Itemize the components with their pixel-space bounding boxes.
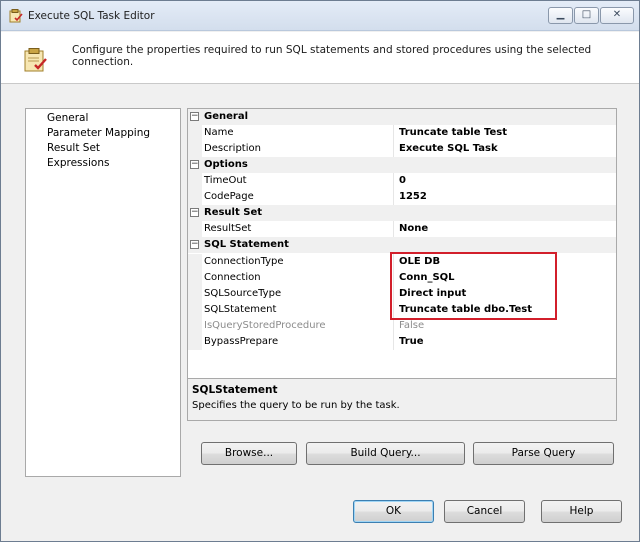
row-gutter — [188, 221, 202, 237]
close-button[interactable]: ✕ — [600, 7, 634, 24]
row-gutter — [188, 254, 202, 270]
header-description: Configure the properties required to run… — [72, 44, 592, 68]
parse-query-button[interactable]: Parse Query — [473, 442, 614, 465]
property-row-name[interactable]: Name Truncate table Test — [188, 125, 616, 141]
task-editor-icon — [9, 9, 23, 23]
nav-item-result-set[interactable]: Result Set — [47, 142, 100, 154]
collapse-icon[interactable]: − — [190, 208, 199, 217]
highlight-annotation-box — [390, 252, 557, 320]
property-name: Description — [204, 143, 261, 154]
property-row-description[interactable]: Description Execute SQL Task — [188, 141, 616, 157]
close-icon: ✕ — [612, 9, 622, 20]
property-name: ConnectionType — [204, 256, 284, 267]
row-gutter — [188, 286, 202, 302]
category-label: SQL Statement — [204, 239, 289, 250]
row-gutter — [188, 302, 202, 318]
category-label: Options — [204, 159, 248, 170]
property-value[interactable]: Truncate table Test — [399, 127, 507, 138]
property-row-isquerystoredprocedure[interactable]: IsQueryStoredProcedure False — [188, 318, 616, 334]
property-name: IsQueryStoredProcedure — [204, 320, 326, 331]
description-title: SQLStatement — [192, 384, 278, 396]
maximize-button[interactable]: □ — [574, 7, 599, 24]
property-row-codepage[interactable]: CodePage 1252 — [188, 189, 616, 205]
property-value[interactable]: Execute SQL Task — [399, 143, 498, 154]
category-general[interactable]: − General — [188, 109, 616, 125]
row-gutter — [188, 334, 202, 350]
property-name: Connection — [204, 272, 261, 283]
property-name: SQLStatement — [204, 304, 277, 315]
row-gutter — [188, 189, 202, 205]
collapse-icon[interactable]: − — [190, 160, 199, 169]
execute-sql-task-editor-window: Execute SQL Task Editor ▁ □ ✕ Configure … — [0, 0, 640, 542]
header-panel: Configure the properties required to run… — [1, 32, 639, 84]
nav-item-general[interactable]: General — [47, 112, 88, 124]
cancel-button[interactable]: Cancel — [444, 500, 525, 523]
property-name: TimeOut — [204, 175, 247, 186]
window-title: Execute SQL Task Editor — [28, 10, 155, 22]
column-divider — [393, 141, 394, 157]
maximize-icon: □ — [581, 9, 592, 20]
task-editor-large-icon — [24, 48, 47, 72]
column-divider — [393, 221, 394, 237]
property-name: SQLSourceType — [204, 288, 282, 299]
property-value[interactable]: True — [399, 336, 424, 347]
page-navigation-list: General Parameter Mapping Result Set Exp… — [25, 108, 181, 477]
column-divider — [393, 125, 394, 141]
property-value[interactable]: None — [399, 223, 428, 234]
row-gutter — [188, 173, 202, 189]
property-row-resultset[interactable]: ResultSet None — [188, 221, 616, 237]
category-label: General — [204, 111, 248, 122]
category-result-set[interactable]: − Result Set — [188, 205, 616, 221]
build-query-button[interactable]: Build Query... — [306, 442, 465, 465]
column-divider — [393, 173, 394, 189]
row-gutter — [188, 125, 202, 141]
property-name: ResultSet — [204, 223, 252, 234]
category-label: Result Set — [204, 207, 263, 218]
collapse-icon[interactable]: − — [190, 240, 199, 249]
column-divider — [393, 318, 394, 334]
browse-button[interactable]: Browse... — [201, 442, 297, 465]
minimize-icon: ▁ — [556, 9, 565, 20]
property-row-timeout[interactable]: TimeOut 0 — [188, 173, 616, 189]
row-gutter — [188, 270, 202, 286]
title-bar[interactable]: Execute SQL Task Editor ▁ □ ✕ — [1, 1, 639, 31]
row-gutter — [188, 141, 202, 157]
ok-button[interactable]: OK — [353, 500, 434, 523]
description-text: Specifies the query to be run by the tas… — [192, 400, 400, 411]
property-value[interactable]: 1252 — [399, 191, 427, 202]
category-options[interactable]: − Options — [188, 157, 616, 173]
column-divider — [393, 334, 394, 350]
property-value: False — [399, 320, 425, 331]
help-button[interactable]: Help — [541, 500, 622, 523]
property-row-bypassprepare[interactable]: BypassPrepare True — [188, 334, 616, 350]
description-panel: SQLStatement Specifies the query to be r… — [187, 378, 617, 421]
category-sql-statement[interactable]: − SQL Statement — [188, 237, 616, 253]
collapse-icon[interactable]: − — [190, 112, 199, 121]
property-value[interactable]: 0 — [399, 175, 406, 186]
property-name: BypassPrepare — [204, 336, 279, 347]
nav-item-parameter-mapping[interactable]: Parameter Mapping — [47, 127, 150, 139]
row-gutter — [188, 318, 202, 334]
property-grid: − General Name Truncate table Test Descr… — [187, 108, 617, 378]
column-divider — [393, 189, 394, 205]
nav-item-expressions[interactable]: Expressions — [47, 157, 109, 169]
property-name: CodePage — [204, 191, 254, 202]
property-name: Name — [204, 127, 234, 138]
minimize-button[interactable]: ▁ — [548, 7, 573, 24]
